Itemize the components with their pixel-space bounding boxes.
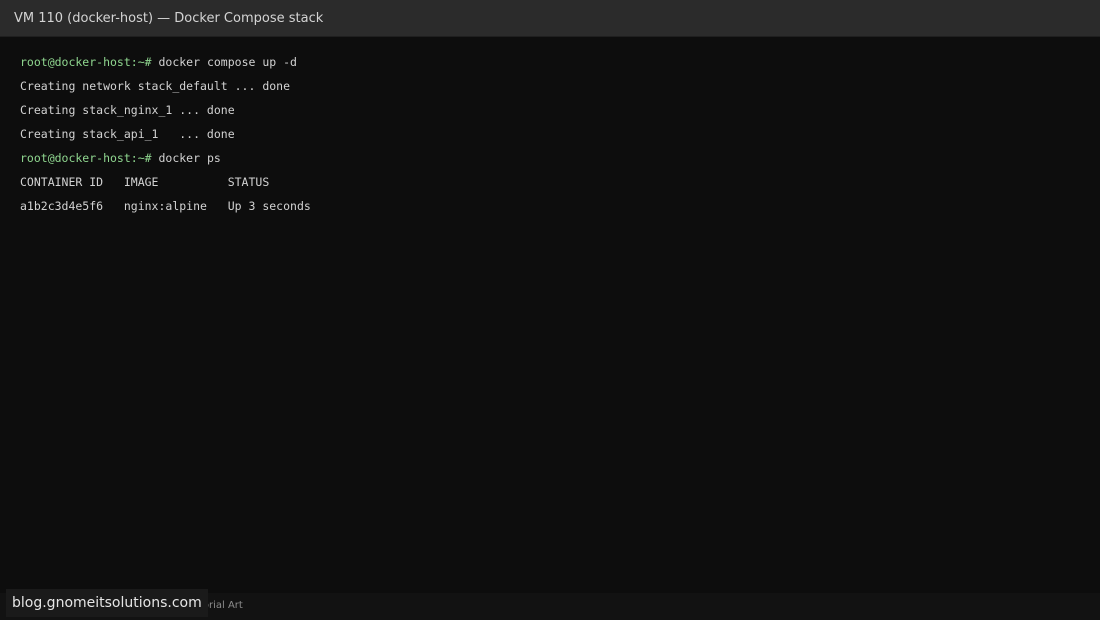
terminal-output[interactable]: root@docker-host:~# docker compose up -d… bbox=[20, 50, 1080, 218]
terminal-line-prompt: root@docker-host:~# docker ps bbox=[20, 146, 1080, 170]
terminal-line: Creating network stack_default ... done bbox=[20, 79, 291, 93]
table-header-line: CONTAINER ID IMAGE STATUS bbox=[20, 175, 270, 189]
shell-prompt: root@docker-host:~# bbox=[20, 151, 152, 165]
shell-command: docker ps bbox=[151, 151, 221, 165]
table-row-line: a1b2c3d4e5f6 nginx:alpine Up 3 seconds bbox=[20, 199, 311, 213]
shell-prompt: root@docker-host:~# bbox=[20, 55, 152, 69]
terminal-line: Creating stack_nginx_1 ... done bbox=[20, 103, 235, 117]
watermark: blog.gnomeitsolutions.com bbox=[6, 589, 208, 617]
window-title: VM 110 (docker-host) — Docker Compose st… bbox=[14, 11, 324, 26]
terminal-line-prompt: root@docker-host:~# docker compose up -d bbox=[20, 50, 1080, 74]
terminal-line: Creating stack_api_1 ... done bbox=[20, 127, 235, 141]
title-bar: VM 110 (docker-host) — Docker Compose st… bbox=[0, 0, 1100, 37]
shell-command: docker compose up -d bbox=[151, 55, 297, 69]
watermark-text: blog.gnomeitsolutions.com bbox=[12, 595, 202, 611]
terminal-window: VM 110 (docker-host) — Docker Compose st… bbox=[0, 0, 1100, 620]
